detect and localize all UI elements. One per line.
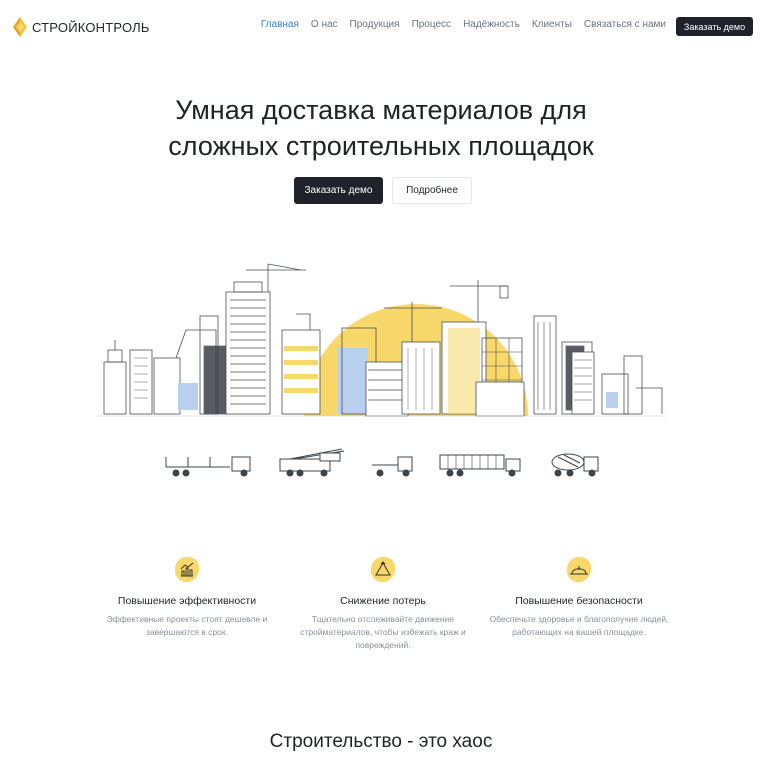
nav-item-home[interactable]: Главная: [261, 19, 299, 30]
mixer-truck-icon: [551, 453, 599, 477]
feature-title: Снижение потерь: [340, 595, 426, 607]
main-nav: Главная О нас Продукция Процесс Надёжнос…: [261, 19, 666, 30]
nav-item-clients[interactable]: Клиенты: [532, 19, 572, 30]
chart-icon: [172, 555, 202, 585]
container-truck-icon: [439, 454, 521, 477]
nav-item-contact[interactable]: Связаться с нами: [584, 19, 666, 30]
learn-more-button[interactable]: Подробнее: [392, 177, 472, 204]
brand-name: СТРОЙКОНТРОЛЬ: [32, 19, 150, 35]
nav-item-about[interactable]: О нас: [311, 19, 338, 30]
crane-truck-icon: [279, 448, 345, 477]
order-demo-button[interactable]: Заказать демо: [294, 177, 383, 204]
recycle-icon: [368, 555, 398, 585]
site-header: СТРОЙКОНТРОЛЬ Главная О нас Продукция Пр…: [0, 0, 762, 54]
hero-title-line2: сложных строительных площадок: [168, 131, 594, 161]
feature-loss-reduction: Снижение потерь Тщательно отслеживайте д…: [288, 555, 478, 652]
small-truck-icon: [372, 456, 413, 477]
feature-text: Тщательно отслеживайте движение строймат…: [300, 614, 466, 650]
hardhat-icon: [564, 555, 594, 585]
diamond-logo-icon: [13, 17, 27, 37]
feature-text: Обеспечьте здоровье и благополучие людей…: [489, 614, 669, 637]
hero-title-line1: Умная доставка материалов для: [175, 95, 587, 125]
header-demo-button[interactable]: Заказать демо: [676, 17, 753, 36]
section-title: Строительство - это хаос: [269, 731, 493, 752]
feature-text: Эффективные проекты стоят дешевле и заве…: [106, 614, 268, 637]
feature-safety: Повышение безопасности Обеспечьте здоров…: [484, 555, 674, 639]
feature-title: Повышение безопасности: [515, 595, 643, 607]
flatbed-truck-icon: [165, 456, 251, 477]
nav-item-products[interactable]: Продукция: [350, 19, 400, 30]
trucks-illustration: [165, 448, 599, 477]
logo[interactable]: СТРОЙКОНТРОЛЬ: [12, 14, 150, 40]
nav-item-process[interactable]: Процесс: [412, 19, 452, 30]
nav-item-reliability[interactable]: Надёжность: [463, 19, 520, 30]
city-skyline-illustration: [96, 263, 666, 417]
hero-title: Умная доставка материалов для сложных ст…: [0, 92, 762, 164]
feature-efficiency: Повышение эффективности Эффективные прое…: [92, 555, 282, 639]
feature-title: Повышение эффективности: [117, 595, 257, 607]
